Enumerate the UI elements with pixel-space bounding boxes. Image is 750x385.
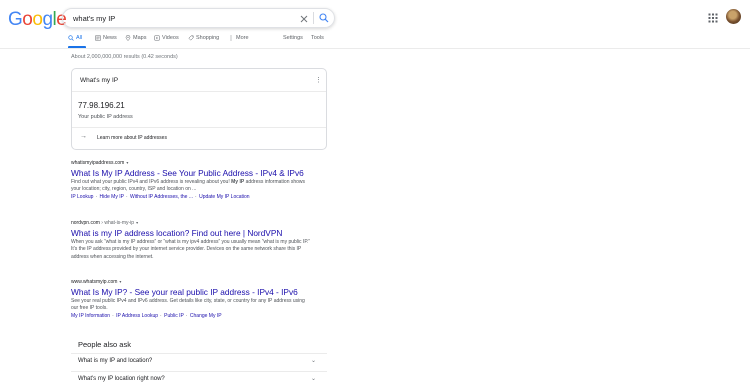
tab-label: All <box>76 35 83 41</box>
tab-all[interactable]: All <box>68 35 82 41</box>
sitelink[interactable]: IP Address Lookup <box>116 313 158 319</box>
result-domain: whatismyipaddress.com <box>71 160 125 166</box>
sitelink[interactable]: Hide My IP <box>100 194 124 200</box>
paa-question[interactable]: What is my IP and location? <box>78 358 152 364</box>
sitelink[interactable]: Public IP <box>164 313 184 319</box>
tab-maps[interactable]: Maps <box>125 35 146 41</box>
tab-label: Videos <box>162 35 179 41</box>
result-url[interactable]: nordvpn.com › what-is-my-ip ▾ <box>71 220 321 228</box>
more-vert-icon <box>230 35 232 41</box>
tab-label: Shopping <box>196 35 220 41</box>
result-stats: About 2,000,000,000 results (0.42 second… <box>71 54 178 60</box>
sitelink[interactable]: IP Lookup <box>71 194 93 200</box>
search-input[interactable] <box>73 12 293 25</box>
avatar[interactable] <box>726 9 741 24</box>
ip-answer-card: What's my IP ⋮ 77.98.196.21 Your public … <box>71 68 327 150</box>
paa-question[interactable]: What's my IP location right now? <box>78 376 165 382</box>
video-icon <box>154 35 160 41</box>
sitelinks: My IP Information · IP Address Lookup · Pu… <box>71 312 222 319</box>
tab-label: Maps <box>133 35 147 41</box>
ip-address-label: Your public IP address <box>78 114 133 120</box>
sitelink[interactable]: Without IP Addresses, the ... <box>130 194 193 200</box>
search-tabs: All News Maps Videos Shopping More Setti… <box>0 32 750 48</box>
search-result: www.whatsmyip.com ▾ What Is My IP? - See … <box>71 279 321 320</box>
card-divider <box>72 91 326 92</box>
caret-down-icon[interactable]: ▾ <box>126 160 128 165</box>
tab-more[interactable]: More <box>228 35 249 41</box>
snippet-text: Find out what your public IPv4 and IPv6 … <box>71 179 230 185</box>
paa-divider <box>71 371 327 372</box>
google-logo[interactable]: Google <box>8 9 67 31</box>
tools-link[interactable]: Tools <box>311 35 324 41</box>
sitelinks: IP Lookup · Hide My IP · Without IP Addres… <box>71 193 250 200</box>
sitelink[interactable]: My IP Information <box>71 313 110 319</box>
search-divider <box>313 12 314 24</box>
result-domain: www.whatsmyip.com <box>71 279 118 285</box>
learn-more-link[interactable]: Learn more about IP addresses <box>97 135 167 141</box>
result-snippet: When you ask “what is my IP address” or … <box>71 239 311 260</box>
sitelink[interactable]: Change My IP <box>190 313 222 319</box>
card-divider <box>72 127 326 128</box>
result-snippet: See your real public IPv4 and IPv6 addre… <box>71 298 305 312</box>
search-box <box>62 8 335 28</box>
tab-label: News <box>103 35 117 41</box>
tools-label: Tools <box>311 35 324 41</box>
search-result: whatismyipaddress.com ▾ What Is My IP Add… <box>71 160 321 201</box>
tab-shopping[interactable]: Shopping <box>188 35 219 41</box>
clear-icon[interactable] <box>298 12 310 24</box>
tab-videos[interactable]: Videos <box>154 35 179 41</box>
result-snippet: Find out what your public IPv4 and IPv6 … <box>71 179 311 194</box>
tabs-divider <box>0 48 750 49</box>
caret-down-icon[interactable]: ▾ <box>119 279 121 284</box>
news-icon <box>95 35 101 41</box>
paa-heading: People also ask <box>78 340 131 349</box>
result-breadcrumb: › what-is-my-ip <box>99 220 135 226</box>
search-icon[interactable] <box>318 11 330 23</box>
result-domain: nordvpn.com <box>71 220 100 226</box>
result-title[interactable]: What Is My IP Address - See Your Public … <box>71 168 321 179</box>
card-title: What's my IP <box>80 77 119 84</box>
chevron-down-icon[interactable]: ⌄ <box>311 375 316 382</box>
result-url[interactable]: www.whatsmyip.com ▾ <box>71 279 321 287</box>
caret-down-icon[interactable]: ▾ <box>136 220 138 225</box>
tab-label: More <box>236 35 249 41</box>
result-title[interactable]: What Is My IP? - See your real public IP… <box>71 287 321 298</box>
settings-label: Settings <box>283 35 303 41</box>
result-url[interactable]: whatismyipaddress.com ▾ <box>71 160 321 168</box>
ip-address-value: 77.98.196.21 <box>78 101 125 110</box>
search-result: nordvpn.com › what-is-my-ip ▾ What is my … <box>71 220 321 261</box>
map-pin-icon <box>125 35 131 41</box>
arrow-right-icon: → <box>80 133 87 140</box>
apps-grid-icon[interactable] <box>707 11 719 23</box>
paa-divider <box>71 353 327 354</box>
settings-link[interactable]: Settings <box>283 35 303 41</box>
more-vert-icon[interactable]: ⋮ <box>315 76 322 84</box>
search-icon <box>68 35 74 41</box>
result-title[interactable]: What is my IP address location? Find out… <box>71 228 321 239</box>
sitelink[interactable]: Update My IP Location <box>199 194 250 200</box>
snippet-bold: My IP <box>231 179 245 185</box>
chevron-down-icon[interactable]: ⌄ <box>311 357 316 364</box>
people-also-ask: People also ask What is my IP and locati… <box>71 336 327 385</box>
tab-news[interactable]: News <box>95 35 117 41</box>
tag-icon <box>188 35 194 41</box>
